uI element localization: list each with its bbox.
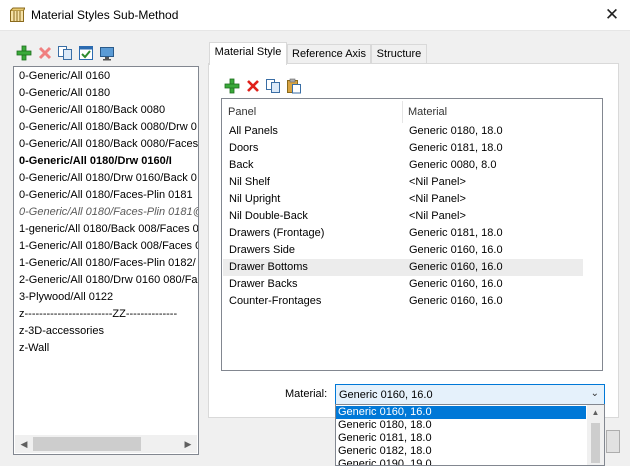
- cabinet-icon: [10, 7, 25, 22]
- panel-material-grid[interactable]: Panel Material All Panels Generic 0180, 1…: [221, 98, 603, 371]
- title-bar: Material Styles Sub-Method ✕: [0, 0, 630, 31]
- material-cell: Generic 0160, 16.0: [409, 261, 503, 273]
- dropdown-option[interactable]: Generic 0190, 19.0: [336, 458, 586, 465]
- material-cell: <Nil Panel>: [409, 193, 466, 205]
- window-title: Material Styles Sub-Method: [31, 8, 179, 22]
- tab-material-style[interactable]: Material Style: [209, 42, 287, 65]
- table-row-selected[interactable]: Drawer Bottoms Generic 0160, 16.0: [223, 259, 583, 276]
- list-item[interactable]: 3-Plywood/All 0122: [19, 289, 113, 305]
- monitor-icon[interactable]: [99, 45, 115, 61]
- table-row[interactable]: Doors Generic 0181, 18.0: [223, 140, 583, 157]
- table-row[interactable]: All Panels Generic 0180, 18.0: [223, 123, 583, 140]
- material-cell: Generic 0180, 18.0: [409, 125, 503, 137]
- panel-cell: Drawer Backs: [229, 278, 298, 290]
- list-item[interactable]: 0-Generic/All 0180/Drw 0160/Back 0: [19, 170, 197, 186]
- panel-cell: Doors: [229, 142, 259, 154]
- panel-cell: Nil Double-Back: [229, 210, 308, 222]
- scroll-right-icon[interactable]: ▶: [180, 436, 196, 452]
- material-cell: Generic 0160, 16.0: [409, 244, 503, 256]
- list-item[interactable]: 0-Generic/All 0180/Back 0080: [19, 102, 165, 118]
- copy-icon[interactable]: [57, 45, 73, 61]
- list-item[interactable]: 0-Generic/All 0180/Back 0080/Faces: [19, 136, 198, 152]
- material-cell: Generic 0160, 16.0: [409, 278, 503, 290]
- list-item-selected[interactable]: 0-Generic/All 0180/Drw 0160/I: [19, 153, 172, 169]
- close-button[interactable]: ✕: [598, 3, 626, 27]
- dialog-button-partial[interactable]: [606, 430, 620, 453]
- list-item[interactable]: z-Wall: [19, 340, 49, 356]
- list-item[interactable]: 0-Generic/All 0180/Faces-Plin 0181: [19, 187, 193, 203]
- material-cell: Generic 0160, 16.0: [409, 295, 503, 307]
- dropdown-option[interactable]: Generic 0180, 18.0: [336, 419, 586, 432]
- paste-icon[interactable]: [286, 78, 302, 94]
- list-item[interactable]: 1-Generic/All 0180/Faces-Plin 0182/: [19, 255, 196, 271]
- list-item[interactable]: 1-Generic/All 0180/Back 008/Faces 0: [19, 238, 198, 254]
- list-item[interactable]: z-3D-accessories: [19, 323, 104, 339]
- panel-cell: Back: [229, 159, 254, 171]
- table-row[interactable]: Nil Upright <Nil Panel>: [223, 191, 583, 208]
- material-cell: <Nil Panel>: [409, 210, 466, 222]
- add-icon[interactable]: [16, 45, 32, 61]
- scrollbar-thumb[interactable]: [591, 423, 600, 463]
- add-row-icon[interactable]: [224, 78, 240, 94]
- dropdown-option[interactable]: Generic 0182, 18.0: [336, 445, 586, 458]
- column-header-material[interactable]: Material: [408, 104, 447, 120]
- panel-cell: Drawers (Frontage): [229, 227, 325, 239]
- list-item[interactable]: 0-Generic/All 0180/Back 0080/Drw 0: [19, 119, 197, 135]
- delete-icon[interactable]: [37, 45, 53, 61]
- table-row[interactable]: Drawers (Frontage) Generic 0181, 18.0: [223, 225, 583, 242]
- column-header-panel[interactable]: Panel: [228, 104, 256, 120]
- table-row[interactable]: Back Generic 0080, 8.0: [223, 157, 583, 174]
- copy-icon[interactable]: [265, 78, 281, 94]
- styles-list[interactable]: 0-Generic/All 0160 0-Generic/All 0180 0-…: [13, 66, 199, 455]
- horizontal-scrollbar[interactable]: ◀ ▶: [15, 435, 197, 453]
- material-cell: Generic 0181, 18.0: [409, 227, 503, 239]
- scroll-up-icon[interactable]: ▲: [587, 405, 604, 421]
- panel-cell: Nil Shelf: [229, 176, 270, 188]
- scrollbar-thumb[interactable]: [33, 437, 141, 451]
- table-row[interactable]: Nil Double-Back <Nil Panel>: [223, 208, 583, 225]
- material-select[interactable]: Generic 0160, 16.0 ⌄: [335, 384, 605, 405]
- material-select-value: Generic 0160, 16.0: [339, 389, 433, 401]
- properties-icon[interactable]: [78, 45, 94, 61]
- panel-cell: Counter-Frontages: [229, 295, 322, 307]
- panel-cell: All Panels: [229, 125, 278, 137]
- list-item[interactable]: 0-Generic/All 0180/Faces-Plin 0181@: [19, 204, 198, 220]
- panel-cell: Nil Upright: [229, 193, 281, 205]
- material-cell: Generic 0181, 18.0: [409, 142, 503, 154]
- material-dropdown-list[interactable]: Generic 0160, 16.0 Generic 0180, 18.0 Ge…: [335, 404, 605, 466]
- material-cell: Generic 0080, 8.0: [409, 159, 497, 171]
- dropdown-option-selected[interactable]: Generic 0160, 16.0: [336, 406, 586, 419]
- delete-row-icon[interactable]: [245, 78, 261, 94]
- list-item[interactable]: 0-Generic/All 0180: [19, 85, 110, 101]
- list-item[interactable]: z------------------------ZZ-------------…: [19, 306, 177, 322]
- scroll-left-icon[interactable]: ◀: [16, 436, 32, 452]
- panel-cell: Drawer Bottoms: [229, 261, 308, 273]
- table-row[interactable]: Drawer Backs Generic 0160, 16.0: [223, 276, 583, 293]
- list-item[interactable]: 2-Generic/All 0180/Drw 0160 080/Fa: [19, 272, 198, 288]
- table-row[interactable]: Counter-Frontages Generic 0160, 16.0: [223, 293, 583, 310]
- table-row[interactable]: Drawers Side Generic 0160, 16.0: [223, 242, 583, 259]
- material-cell: <Nil Panel>: [409, 176, 466, 188]
- column-separator: [402, 101, 403, 123]
- table-row[interactable]: Nil Shelf <Nil Panel>: [223, 174, 583, 191]
- material-label: Material:: [285, 388, 328, 400]
- dropdown-scrollbar[interactable]: ▲: [587, 405, 604, 465]
- chevron-down-icon[interactable]: ⌄: [591, 388, 599, 399]
- tab-reference-axis[interactable]: Reference Axis: [287, 44, 371, 65]
- list-item[interactable]: 1-generic/All 0180/Back 008/Faces 0: [19, 221, 198, 237]
- panel-cell: Drawers Side: [229, 244, 296, 256]
- tab-structure[interactable]: Structure: [371, 44, 427, 65]
- dropdown-option[interactable]: Generic 0181, 18.0: [336, 432, 586, 445]
- list-item[interactable]: 0-Generic/All 0160: [19, 68, 110, 84]
